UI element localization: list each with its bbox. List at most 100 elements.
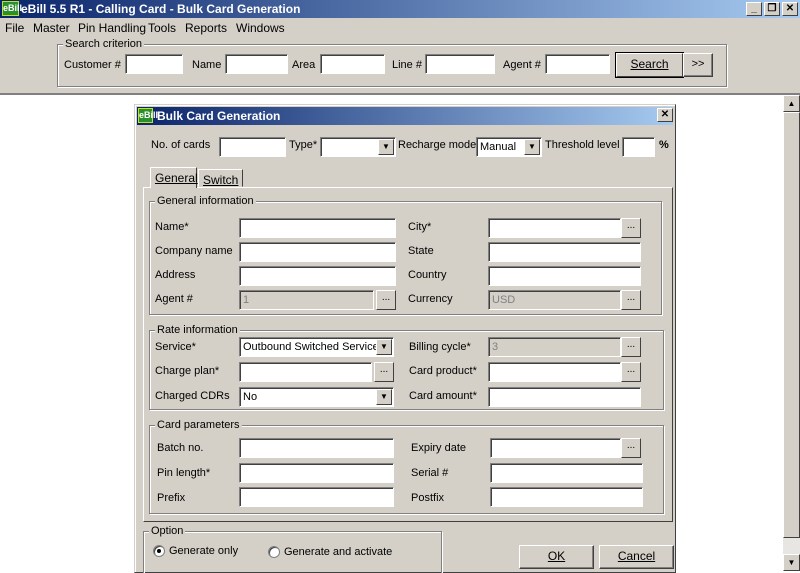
card-product-field[interactable]	[488, 362, 621, 382]
currency-label: Currency	[408, 293, 453, 305]
billing-cycle-label: Billing cycle*	[409, 341, 471, 353]
charge-plan-lookup-button[interactable]: ...	[374, 362, 394, 382]
service-value: Outbound Switched Service	[243, 341, 379, 353]
generate-activate-radio[interactable]	[268, 546, 280, 558]
agent-field[interactable]: 1	[239, 290, 374, 310]
name-field[interactable]	[239, 218, 396, 238]
card-amount-label: Card amount*	[409, 390, 477, 402]
close-app-button[interactable]: ✕	[782, 2, 798, 16]
menu-master[interactable]: Master	[33, 21, 70, 35]
more-button[interactable]: >>	[683, 53, 713, 77]
menu-file[interactable]: File	[5, 21, 24, 35]
scroll-up-icon[interactable]: ▲	[783, 95, 800, 112]
dialog-close-icon[interactable]: ✕	[657, 108, 673, 122]
city-label: City*	[408, 221, 432, 233]
charged-cdrs-label: Charged CDRs	[155, 390, 230, 402]
ok-button[interactable]: OK	[519, 545, 594, 569]
tab-switch[interactable]: Switch	[198, 169, 243, 187]
service-label: Service*	[155, 341, 196, 353]
batch-no-field[interactable]	[239, 438, 394, 458]
scroll-thumb[interactable]	[783, 112, 800, 538]
area-input[interactable]	[320, 54, 385, 74]
generate-only-radio[interactable]	[153, 545, 165, 557]
postfix-label: Postfix	[411, 492, 445, 504]
agent-field-label: Agent #	[155, 293, 193, 305]
app-titlebar: eBill eBill 5.5 R1 - Calling Card - Bulk…	[0, 0, 800, 18]
app-title: eBill 5.5 R1 - Calling Card - Bulk Card …	[21, 2, 301, 16]
city-lookup-button[interactable]: ...	[621, 218, 641, 238]
country-label: Country	[408, 269, 447, 281]
name-input[interactable]	[225, 54, 288, 74]
serial-field[interactable]	[490, 463, 643, 483]
dialog-titlebar: eBill Bulk Card Generation ✕	[137, 107, 673, 125]
type-label: Type*	[289, 139, 318, 151]
billing-cycle-lookup-button[interactable]: ...	[621, 337, 641, 357]
menu-tools[interactable]: Tools	[148, 21, 176, 35]
vertical-scrollbar[interactable]: ▲ ▼	[783, 95, 800, 571]
state-label: State	[408, 245, 434, 257]
tab-general[interactable]: General	[150, 167, 198, 188]
company-name-field[interactable]	[239, 242, 396, 262]
prefix-label: Prefix	[157, 492, 186, 504]
charge-plan-label: Charge plan*	[155, 365, 220, 377]
menubar: File Master Pin Handling Tools Reports W…	[0, 18, 800, 37]
currency-lookup-button[interactable]: ...	[621, 290, 641, 310]
restore-button[interactable]: ❐	[764, 2, 780, 16]
agent-input[interactable]	[545, 54, 610, 74]
charge-plan-field[interactable]	[239, 362, 372, 382]
option-label: Option	[149, 525, 186, 537]
country-field[interactable]	[488, 266, 641, 286]
dialog-title: Bulk Card Generation	[157, 109, 281, 123]
prefix-field[interactable]	[239, 487, 394, 507]
percent-label: %	[659, 139, 669, 151]
charged-cdrs-select[interactable]: No ▼	[239, 387, 394, 407]
recharge-mode-select[interactable]: Manual ▼	[476, 137, 542, 157]
dialog-logo-icon: eBill	[138, 108, 158, 123]
cancel-button[interactable]: Cancel	[599, 545, 674, 569]
ok-button-label: OK	[547, 549, 566, 563]
name-field-label: Name*	[155, 221, 189, 233]
recharge-mode-value: Manual	[480, 141, 517, 153]
card-amount-field[interactable]	[488, 387, 641, 407]
currency-field[interactable]: USD	[488, 290, 621, 310]
charged-cdrs-dropdown-icon[interactable]: ▼	[376, 389, 392, 405]
state-field[interactable]	[488, 242, 641, 262]
generate-only-label[interactable]: Generate only	[169, 545, 238, 557]
menu-pin-handling[interactable]: Pin Handling	[78, 21, 146, 35]
minimize-button[interactable]: _	[746, 2, 762, 16]
pin-length-field[interactable]	[239, 463, 394, 483]
postfix-field[interactable]	[490, 487, 643, 507]
service-select[interactable]: Outbound Switched Service ▼	[239, 337, 394, 357]
search-criterion-label: Search criterion	[63, 38, 145, 50]
threshold-input[interactable]	[622, 137, 655, 157]
agent-lookup-button[interactable]: ...	[376, 290, 396, 310]
expiry-date-picker-button[interactable]: ...	[621, 438, 641, 458]
address-field[interactable]	[239, 266, 396, 286]
expiry-date-field[interactable]	[490, 438, 621, 458]
type-select[interactable]: ▼	[320, 137, 396, 157]
card-product-lookup-button[interactable]: ...	[621, 362, 641, 382]
menu-windows[interactable]: Windows	[236, 21, 285, 35]
city-field[interactable]	[488, 218, 621, 238]
expiry-date-label: Expiry date	[411, 442, 467, 454]
recharge-dropdown-icon[interactable]: ▼	[524, 139, 540, 155]
name-label: Name	[192, 59, 222, 71]
tab-switch-label: Switch	[203, 173, 239, 187]
type-dropdown-icon[interactable]: ▼	[378, 139, 394, 155]
billing-cycle-field[interactable]: 3	[488, 337, 621, 357]
scroll-down-icon[interactable]: ▼	[783, 554, 800, 571]
service-dropdown-icon[interactable]: ▼	[376, 339, 392, 355]
search-button[interactable]: Search	[616, 53, 683, 77]
generate-activate-label[interactable]: Generate and activate	[284, 546, 392, 558]
threshold-label: Threshold level	[545, 139, 620, 151]
recharge-mode-label: Recharge mode	[398, 139, 477, 151]
no-of-cards-input[interactable]	[219, 137, 286, 157]
company-name-label: Company name	[155, 245, 233, 257]
agent-label: Agent #	[503, 59, 541, 71]
serial-label: Serial #	[411, 467, 449, 479]
customer-input[interactable]	[125, 54, 183, 74]
menu-reports[interactable]: Reports	[185, 21, 227, 35]
card-product-label: Card product*	[409, 365, 477, 377]
app-logo-icon: eBill	[2, 1, 22, 16]
line-input[interactable]	[425, 54, 495, 74]
